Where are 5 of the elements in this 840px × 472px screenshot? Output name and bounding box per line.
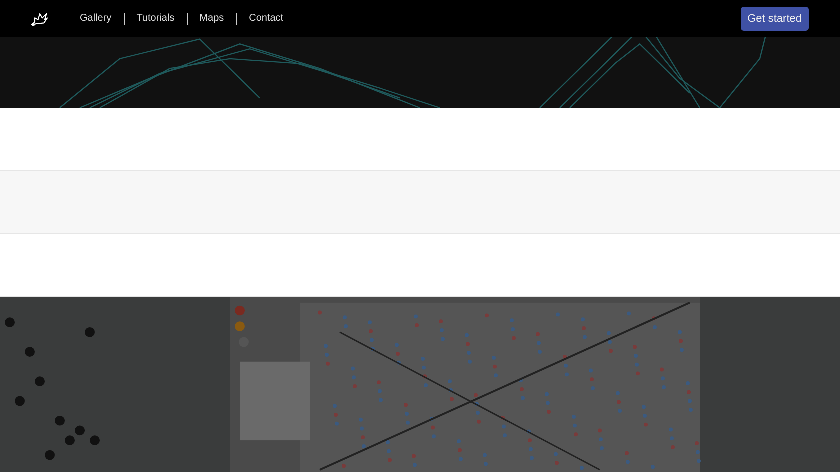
nav-link[interactable]: Maps <box>188 13 236 24</box>
nav-link[interactable]: Gallery <box>68 13 124 24</box>
nav-link[interactable]: Contact <box>237 13 296 24</box>
nav-link[interactable]: Tutorials <box>124 13 187 24</box>
get-started-button[interactable]: Get started <box>740 6 809 30</box>
